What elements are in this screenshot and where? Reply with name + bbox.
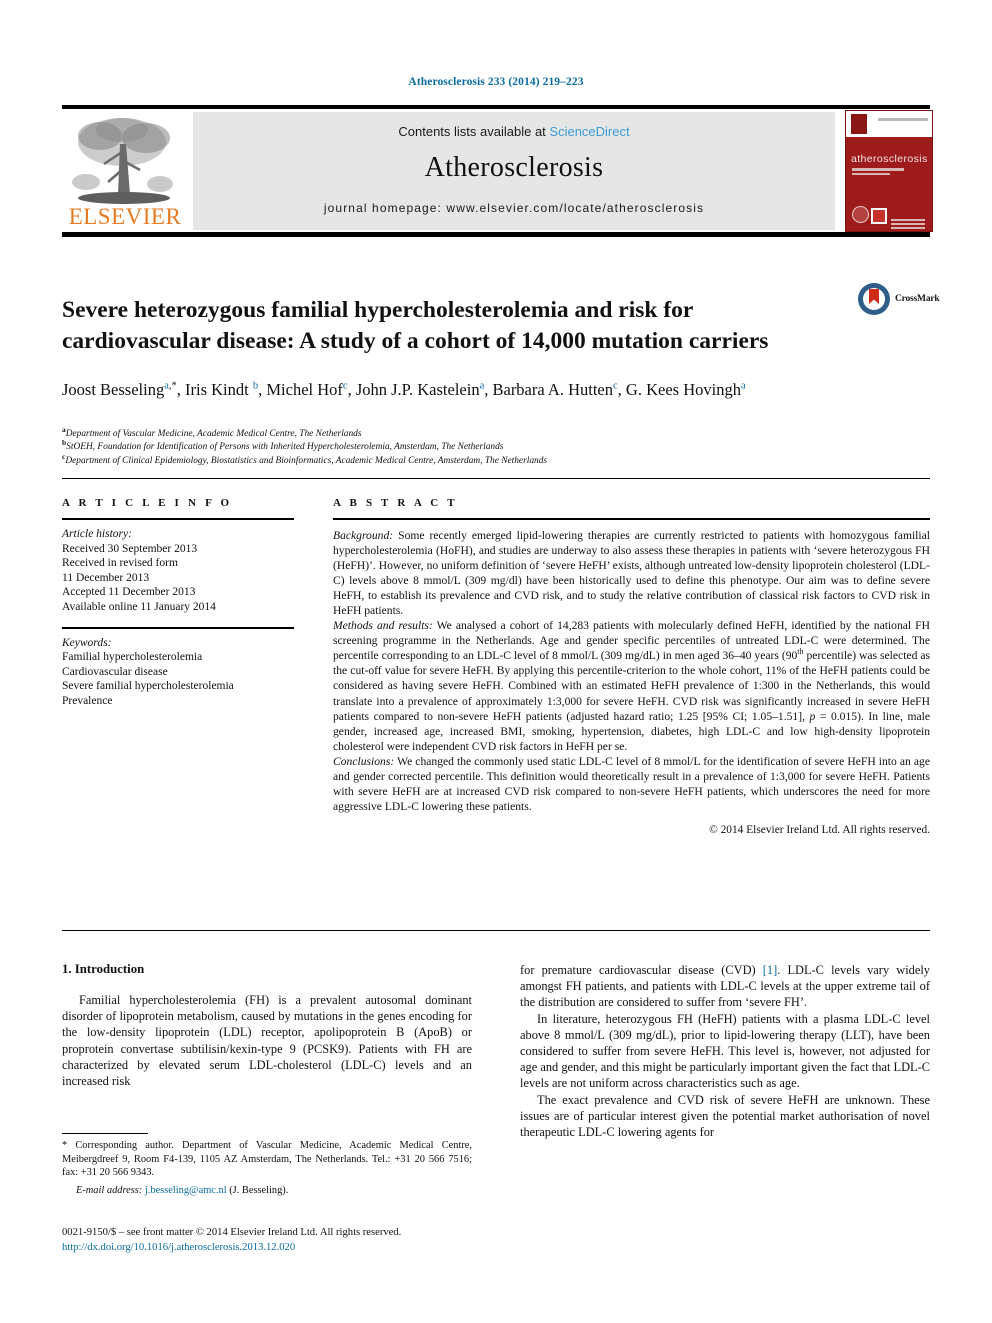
crossmark-label: CrossMark: [895, 294, 940, 304]
affiliation-item: aDepartment of Vascular Medicine, Academ…: [62, 426, 862, 441]
article-history-label: Article history:: [62, 528, 132, 540]
cover-subtitle-bar: [852, 168, 904, 171]
cover-subtitle-bar-2: [852, 173, 890, 175]
article-history-block: Article history: Received 30 September 2…: [62, 527, 294, 615]
history-item: Received 30 September 2013: [62, 542, 198, 555]
intro-paragraph-left: Familial hypercholesterolemia (FH) is a …: [62, 992, 472, 1089]
imprint-front-matter: 0021-9150/$ – see front matter © 2014 El…: [62, 1227, 402, 1238]
abstract-methods-paragraph: Methods and results: We analysed a cohor…: [333, 618, 930, 753]
abstract-body: Background: Some recently emerged lipid-…: [333, 528, 930, 838]
abstract-conclusions-paragraph: Conclusions: We changed the commonly use…: [333, 754, 930, 814]
keywords-rule: [62, 626, 294, 629]
cover-elsevier-mark: [851, 114, 867, 134]
elsevier-logo: ELSEVIER: [64, 112, 186, 230]
intro-paragraph-right-2: In literature, heterozygous FH (HeFH) pa…: [520, 1011, 930, 1092]
cover-journal-title: atherosclerosis: [851, 153, 928, 165]
keyword-item: Severe familial hypercholesterolemia: [62, 680, 234, 693]
intro-paragraph-right-3: The exact prevalence and CVD risk of sev…: [520, 1092, 930, 1141]
email-suffix: (J. Besseling).: [226, 1184, 289, 1196]
intro-paragraph-right-1: for premature cardiovascular disease (CV…: [520, 962, 930, 1011]
crossmark-icon: [858, 283, 890, 315]
cover-badge-left: [852, 206, 869, 223]
history-item: Received in revised form: [62, 557, 178, 570]
running-head: Atherosclerosis 233 (2014) 219–223: [408, 76, 584, 88]
article-info-rule: [62, 518, 294, 520]
elsevier-wordmark: ELSEVIER: [68, 204, 182, 229]
abstract-column: A B S T R A C T Background: Some recentl…: [333, 497, 930, 838]
journal-homepage-link[interactable]: journal homepage: www.elsevier.com/locat…: [193, 201, 835, 215]
abstract-conclusions-label: Conclusions:: [333, 754, 395, 768]
journal-cover-thumbnail: atherosclerosis: [845, 110, 933, 232]
keywords-label: Keywords:: [62, 636, 112, 649]
email-label: E-mail address:: [76, 1184, 143, 1196]
history-item: 11 December 2013: [62, 571, 150, 584]
affiliation-item: bStOEH, Foundation for Identification of…: [62, 439, 862, 454]
header-bottom-rule: [62, 232, 930, 237]
contents-available-line: Contents lists available at ScienceDirec…: [193, 124, 835, 139]
abstract-methods-label: Methods and results:: [333, 619, 433, 633]
body-column-left: 1. Introduction Familial hypercholestero…: [62, 962, 472, 1089]
journal-name: Atherosclerosis: [424, 152, 604, 183]
abstract-background-paragraph: Background: Some recently emerged lipid-…: [333, 528, 930, 618]
history-item: Accepted 11 December 2013: [62, 586, 196, 599]
elsevier-tree-icon: [72, 118, 173, 204]
keyword-item: Prevalence: [62, 694, 113, 707]
keywords-block: Keywords: Familial hypercholesterolemia …: [62, 636, 294, 709]
intro-right-text-2: In literature, heterozygous FH (HeFH) pa…: [520, 1011, 930, 1091]
cover-top-strip: [846, 111, 932, 137]
contents-prefix-text: Contents lists available at: [398, 124, 550, 139]
footnote-block: * Corresponding author. Department of Va…: [62, 1139, 472, 1197]
keyword-item: Familial hypercholesterolemia: [62, 651, 203, 664]
affiliation-text: StOEH, Foundation for Identification of …: [66, 442, 504, 453]
abstract-copyright: © 2014 Elsevier Ireland Ltd. All rights …: [709, 823, 930, 836]
history-item: Available online 11 January 2014: [62, 600, 216, 613]
article-info-heading: A R T I C L E I N F O: [62, 497, 233, 509]
crossmark-badge[interactable]: CrossMark: [858, 283, 940, 317]
doi-link[interactable]: http://dx.doi.org/10.1016/j.atherosclero…: [62, 1241, 492, 1256]
abstract-background-label: Background:: [333, 529, 394, 542]
affiliation-item: cDepartment of Clinical Epidemiology, Bi…: [62, 452, 862, 468]
abstract-conclusions-text: We changed the commonly used static LDL-…: [333, 754, 930, 813]
abstract-rule: [333, 518, 930, 520]
affiliation-list: aDepartment of Vascular Medicine, Academ…: [62, 426, 862, 468]
email-link[interactable]: j.besseling@amc.nl: [145, 1185, 227, 1196]
email-note: E-mail address: j.besseling@amc.nl (J. B…: [62, 1184, 472, 1198]
imprint-block: 0021-9150/$ – see front matter © 2014 El…: [62, 1226, 492, 1255]
article-info-column: A R T I C L E I N F O Article history: R…: [62, 497, 294, 709]
footnote-rule: [62, 1133, 148, 1134]
journal-header-band: Contents lists available at ScienceDirec…: [193, 112, 835, 230]
abstract-band-bottom-rule: [62, 930, 930, 931]
abstract-heading: A B S T R A C T: [333, 497, 458, 509]
author-list: Joost Besselinga,*, Iris Kindt b, Michel…: [62, 380, 746, 399]
section-title-introduction: 1. Introduction: [62, 962, 145, 976]
abstract-band-top-rule: [62, 478, 930, 479]
abstract-background-text: Some recently emerged lipid-lowering the…: [333, 529, 930, 618]
intro-right-text-a: for premature cardiovascular disease (CV…: [520, 963, 763, 977]
affiliation-text: Department of Clinical Epidemiology, Bio…: [65, 455, 548, 466]
cover-footer-text-bars: [891, 219, 925, 221]
intro-paragraph-left-text: Familial hypercholesterolemia (FH) is a …: [62, 993, 472, 1089]
corresponding-author-note: * Corresponding author. Department of Va…: [62, 1140, 472, 1179]
reference-link-1[interactable]: [1]: [763, 963, 777, 977]
affiliation-text: Department of Vascular Medicine, Academi…: [65, 429, 362, 439]
paper-page: Atherosclerosis 233 (2014) 219–223 ELSEV…: [0, 0, 992, 1323]
body-column-right: for premature cardiovascular disease (CV…: [520, 962, 930, 1140]
sciencedirect-link[interactable]: ScienceDirect: [549, 124, 629, 139]
cover-top-text-bar: [878, 118, 928, 121]
header-top-rule: [62, 105, 930, 109]
intro-right-text-3: The exact prevalence and CVD risk of sev…: [520, 1092, 930, 1140]
page-title: Severe heterozygous familial hypercholes…: [62, 296, 769, 354]
cover-badge-right: [871, 208, 887, 224]
keyword-item: Cardiovascular disease: [62, 665, 168, 678]
